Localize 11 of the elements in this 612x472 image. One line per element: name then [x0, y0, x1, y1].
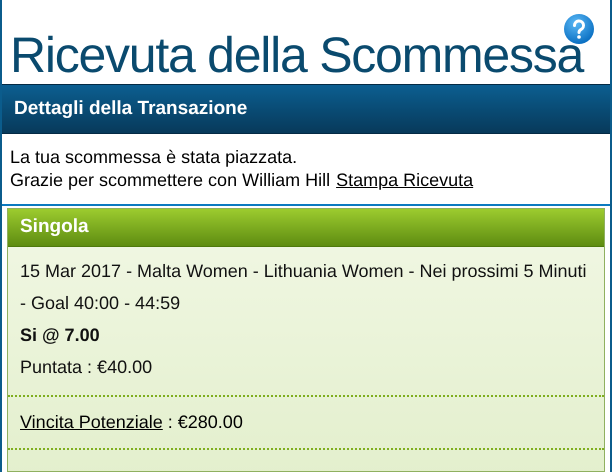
bet-type: Singola: [20, 215, 89, 240]
section-title: Dettagli della Transazione: [14, 96, 248, 121]
confirmation-text: La tua scommessa è stata piazzata.: [10, 146, 298, 169]
selection-odds: Si @ 7.00: [20, 324, 101, 347]
thanks-text: Grazie per scommettere con William Hill: [10, 169, 330, 192]
print-receipt-link[interactable]: Stampa Ricevuta: [336, 169, 474, 192]
potential-win-value: : €280.00: [168, 411, 243, 434]
potential-win-link[interactable]: Vincita Potenziale: [20, 409, 163, 436]
stake-amount: Puntata : €40.00: [20, 356, 154, 379]
event-description: 15 Mar 2017 - Malta Women - Lithuania Women - Nei prossimi 5 Minuti - Goal 40:00 - 44:59: [20, 260, 588, 315]
page-title: Ricevuta della Scommessa: [10, 30, 584, 80]
